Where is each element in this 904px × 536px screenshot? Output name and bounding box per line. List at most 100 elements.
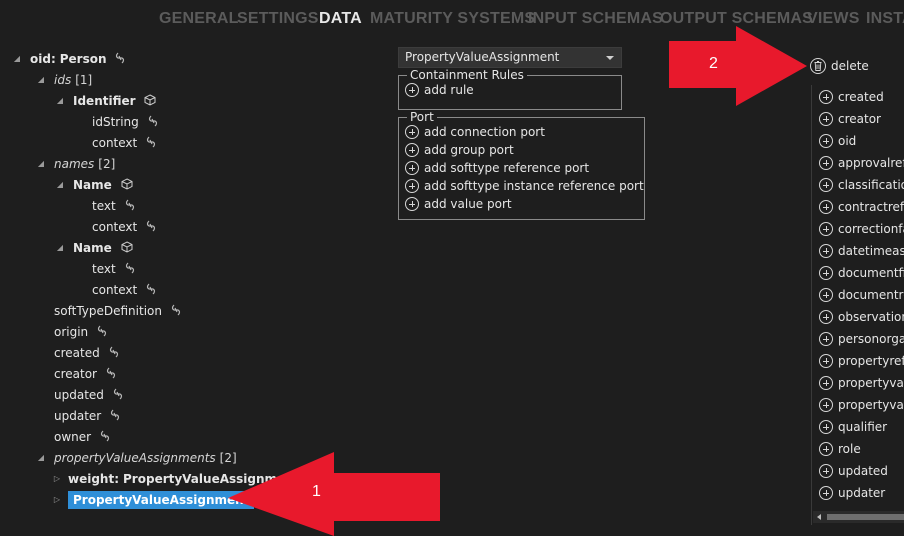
tab-insta[interactable]: INSTA [866, 10, 904, 28]
tree-node-context[interactable]: context [92, 217, 156, 237]
add-value-port-button[interactable]: add value port [405, 195, 644, 213]
tree-node-updater[interactable]: updater [54, 406, 120, 426]
expanded-triangle-icon[interactable]: ◢ [36, 448, 46, 468]
tree-node-selected[interactable]: ▷ PropertyValueAssignment [54, 490, 255, 510]
add-rule-button[interactable]: add rule [405, 81, 621, 99]
plus-circle-icon [819, 375, 833, 390]
tree-node-owner[interactable]: owner [54, 427, 110, 447]
add-softtype-reference-port-button[interactable]: add softtype reference port [405, 159, 644, 177]
list-item-label: propertyvalu [838, 398, 904, 412]
expanded-triangle-icon[interactable]: ◢ [36, 70, 46, 90]
list-item-label: oid [838, 134, 857, 148]
add-softtype-instance-reference-port-button[interactable]: add softtype instance reference port [405, 177, 644, 195]
link-icon [113, 386, 123, 406]
list-item-label: documentfil [838, 266, 904, 280]
list-item[interactable]: propertyrefe [819, 351, 904, 371]
tree-node-propertyvalueassignments[interactable]: ◢ propertyValueAssignments [2] [38, 448, 237, 468]
tree-node-context[interactable]: context [92, 133, 156, 153]
list-item-label: updater [838, 486, 886, 500]
plus-circle-icon [819, 287, 833, 302]
tab-input-schemas[interactable]: INPUT SCHEMAS [528, 10, 663, 28]
list-item-label: qualifier [838, 420, 888, 434]
list-item[interactable]: updated [819, 461, 888, 481]
tree-node-text[interactable]: text [92, 196, 135, 216]
list-item[interactable]: role [819, 439, 861, 459]
plus-circle-icon [819, 441, 833, 456]
tree-node-root[interactable]: ◢ oid: Person [14, 49, 125, 70]
tree-node-name[interactable]: ◢ Name [57, 238, 133, 259]
containment-rules-group: Containment Rules add rule [398, 69, 622, 110]
add-port-label: add group port [424, 143, 514, 157]
list-item[interactable]: creator [819, 109, 881, 129]
tree-node-idstring[interactable]: idString [92, 112, 158, 132]
collapsed-triangle-icon[interactable]: ▷ [52, 490, 62, 510]
add-connection-port-button[interactable]: add connection port [405, 123, 644, 141]
expanded-triangle-icon[interactable]: ◢ [55, 91, 65, 111]
list-item[interactable]: documentre [819, 285, 904, 305]
list-item[interactable]: correctionfac [819, 219, 904, 239]
port-legend: Port [410, 110, 434, 124]
scroll-left-icon[interactable] [817, 514, 821, 520]
tree-node-ids[interactable]: ◢ ids [1] [38, 70, 92, 90]
tree-node-text[interactable]: text [92, 259, 135, 279]
horizontal-scrollbar[interactable] [813, 511, 904, 523]
tree-node-creator[interactable]: creator [54, 364, 116, 384]
tree-node-context[interactable]: context [92, 280, 156, 300]
list-item[interactable]: documentfil [819, 263, 904, 283]
add-port-label: add connection port [424, 125, 545, 139]
plus-circle-icon [405, 124, 419, 139]
add-port-label: add softtype reference port [424, 161, 590, 175]
plus-circle-icon [819, 353, 833, 368]
tree-node-label: owner [54, 430, 92, 444]
cube-icon [121, 239, 133, 259]
list-item-label: propertyrefe [838, 354, 904, 368]
cube-icon [121, 176, 133, 196]
list-item[interactable]: datetimeassi [819, 241, 904, 261]
tree-node-label: names [54, 157, 95, 171]
tree-node-identifier[interactable]: ◢ Identifier [57, 91, 156, 111]
list-item[interactable]: observationr [819, 307, 904, 327]
plus-circle-icon [819, 89, 833, 104]
plus-circle-icon [819, 199, 833, 214]
tree-node-softtypedefinition[interactable]: softTypeDefinition [54, 301, 181, 321]
list-item[interactable]: oid [819, 131, 856, 151]
list-item[interactable]: propertyvalu [819, 395, 904, 415]
expanded-triangle-icon[interactable]: ◢ [55, 238, 65, 258]
type-select[interactable]: PropertyValueAssignment [398, 47, 622, 68]
delete-button[interactable]: delete [810, 57, 869, 75]
list-item-label: correctionfac [838, 222, 904, 236]
expanded-triangle-icon[interactable]: ◢ [55, 175, 65, 195]
trash-icon [810, 57, 826, 74]
tree-node-label: text [92, 199, 116, 213]
tree-node-created[interactable]: created [54, 343, 119, 363]
tree-node-name[interactable]: ◢ Name [57, 175, 133, 196]
collapsed-triangle-icon[interactable]: ▷ [52, 469, 62, 489]
list-item[interactable]: created [819, 87, 884, 107]
tree-node-origin[interactable]: origin [54, 322, 107, 342]
list-item[interactable]: updater [819, 483, 885, 503]
list-item[interactable]: approvalrefe [819, 153, 904, 173]
add-group-port-button[interactable]: add group port [405, 141, 644, 159]
plus-circle-icon [819, 265, 833, 280]
list-item[interactable]: classificatio [819, 175, 904, 195]
tree-node-label: Identifier [73, 94, 136, 108]
list-item[interactable]: propertyvalu [819, 373, 904, 393]
expanded-triangle-icon[interactable]: ◢ [12, 49, 22, 69]
tab-maturity-systems[interactable]: MATURITY SYSTEMS [370, 10, 535, 28]
tree-node-updated[interactable]: updated [54, 385, 123, 405]
tab-views[interactable]: VIEWS [807, 10, 860, 28]
tree-node-label: updated [54, 388, 104, 402]
list-item[interactable]: contractrefer [819, 197, 904, 217]
scrollbar-thumb[interactable] [827, 514, 904, 520]
list-item[interactable]: qualifier [819, 417, 887, 437]
expanded-triangle-icon[interactable]: ◢ [36, 154, 46, 174]
attribute-list: created creator oid approvalrefe classif… [811, 85, 904, 525]
tree-node-names[interactable]: ◢ names [2] [38, 154, 115, 174]
link-icon [115, 50, 125, 70]
plus-circle-icon [819, 133, 833, 148]
list-item[interactable]: personorgan [819, 329, 904, 349]
plus-circle-icon [819, 177, 833, 192]
plus-circle-icon [819, 463, 833, 478]
tree-node-label: context [92, 220, 138, 234]
tree-node-label: oid: [30, 52, 56, 66]
